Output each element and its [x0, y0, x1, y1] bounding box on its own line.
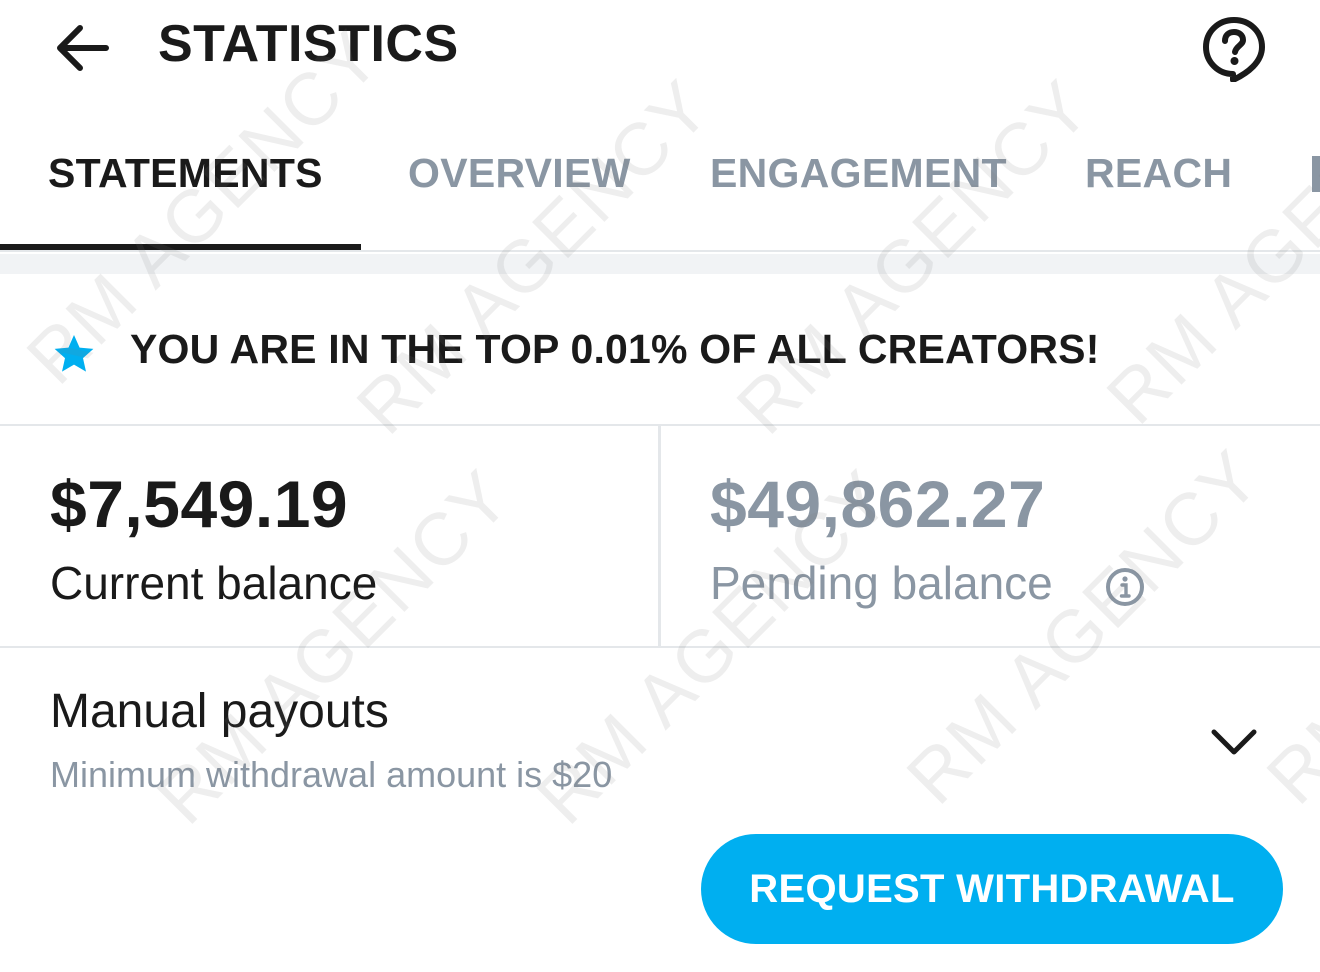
info-icon[interactable] [1104, 566, 1146, 608]
help-button[interactable] [1200, 14, 1268, 83]
tab-overflow-edge[interactable] [1312, 156, 1320, 192]
tab-reach[interactable]: REACH [1085, 150, 1232, 197]
balances-section: $7,549.19 Current balance $49,862.27 Pen… [0, 426, 1320, 648]
pending-balance-label: Pending balance [710, 557, 1053, 609]
page-title: STATISTICS [158, 15, 459, 73]
manual-payouts-section: Manual payouts Minimum withdrawal amount… [0, 648, 1320, 972]
help-bubble-icon [1203, 17, 1265, 83]
request-withdrawal-button[interactable]: REQUEST WITHDRAWAL [701, 834, 1283, 944]
active-tab-indicator [0, 244, 361, 250]
current-balance-label: Current balance [50, 557, 378, 609]
banner-text: YOU ARE IN THE TOP 0.01% OF ALL CREATORS… [130, 326, 1100, 372]
tab-engagement[interactable]: ENGAGEMENT [710, 150, 1007, 197]
payouts-title: Manual payouts [50, 685, 389, 738]
chevron-down-icon[interactable] [1206, 722, 1262, 762]
statistics-screen: STATISTICS STATEMENTS OVERVIEW ENGAGEMEN… [0, 0, 1320, 972]
section-separator [0, 254, 1320, 274]
arrow-left-icon [57, 25, 109, 71]
star-icon [54, 335, 94, 372]
pending-balance-amount: $49,862.27 [710, 467, 1046, 541]
top-creator-banner: YOU ARE IN THE TOP 0.01% OF ALL CREATORS… [0, 274, 1320, 426]
tab-statements[interactable]: STATEMENTS [48, 150, 323, 197]
payouts-subtitle: Minimum withdrawal amount is $20 [50, 754, 613, 795]
back-button[interactable] [52, 18, 112, 78]
current-balance-amount: $7,549.19 [50, 467, 349, 541]
tab-bar: STATEMENTS OVERVIEW ENGAGEMENT REACH [0, 130, 1320, 252]
balance-divider [658, 426, 661, 648]
tab-overview[interactable]: OVERVIEW [408, 150, 631, 197]
app-header: STATISTICS [0, 0, 1320, 100]
